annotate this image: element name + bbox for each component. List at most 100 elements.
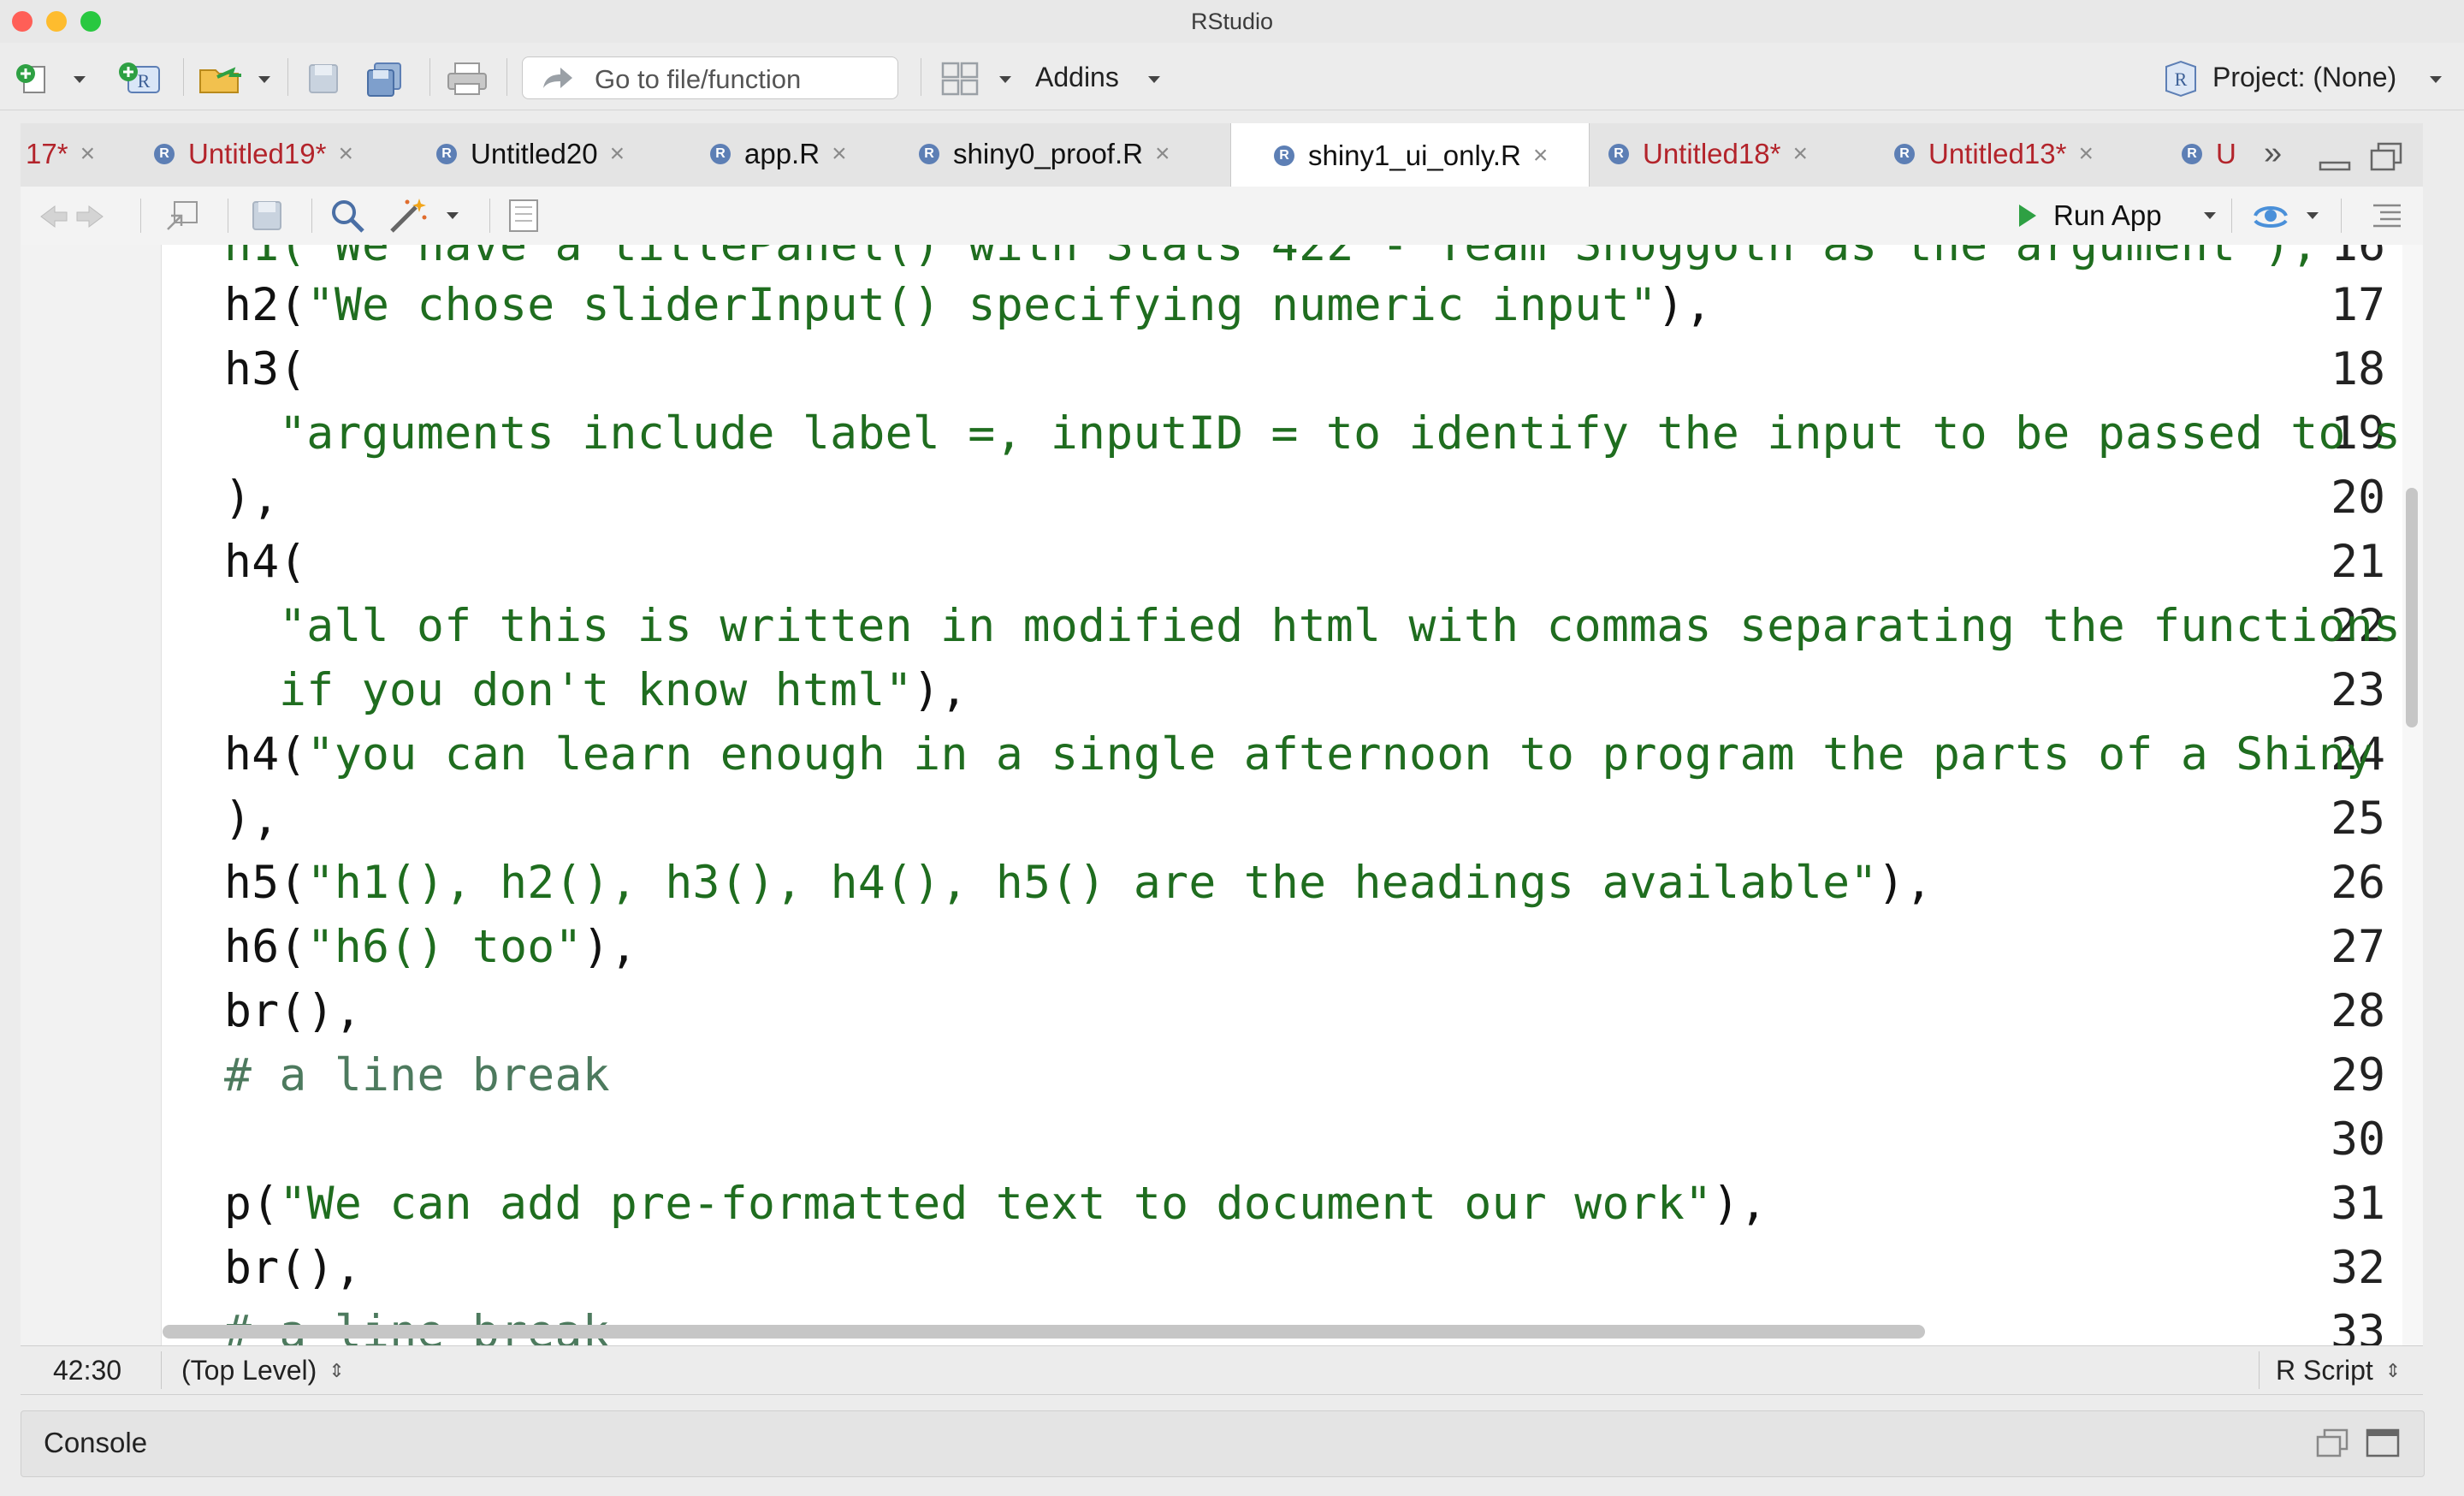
tab-label: Untitled18* [1643, 138, 1781, 169]
save-all-button[interactable] [363, 58, 407, 99]
more-tabs-chevron-icon[interactable]: » [2264, 135, 2282, 172]
tab-label: Untitled13* [1928, 138, 2067, 169]
code-line: h6("h6() too"), [224, 921, 637, 973]
code-line: br(), [224, 1242, 362, 1294]
vertical-scrollbar-thumb[interactable] [2406, 488, 2418, 727]
open-file-button[interactable] [195, 58, 250, 99]
tab-label: app.R [744, 138, 820, 169]
code-line: # a line break [224, 1049, 610, 1101]
r-file-icon: R [710, 144, 731, 164]
workspace-panes-button[interactable] [939, 58, 982, 99]
line-number: 29 [2331, 1049, 2385, 1101]
save-icon[interactable] [250, 199, 284, 233]
console-pane[interactable]: Console [21, 1410, 2425, 1477]
tab-shiny0-proof[interactable]: Rshiny0_proof.R × [919, 123, 1170, 185]
close-tab-icon[interactable]: × [610, 140, 625, 169]
compile-report-icon[interactable] [506, 197, 541, 234]
save-button[interactable] [305, 60, 342, 98]
file-type-selector[interactable]: R Script ⇕ [2276, 1355, 2401, 1386]
publish-dropdown-icon[interactable] [2307, 212, 2319, 219]
code-punctuation: ), [912, 664, 968, 716]
code-punctuation: ), [1656, 279, 1713, 331]
close-tab-icon[interactable]: × [832, 140, 847, 169]
code-line: ), [224, 472, 279, 524]
code-line: ), [224, 793, 279, 845]
tab-untitled20[interactable]: R Untitled20 × [436, 123, 625, 185]
tab-shiny1-ui-only[interactable]: Rshiny1_ui_only.R × [1230, 123, 1590, 188]
code-function: br(), [224, 1242, 363, 1294]
code-line: h3( [224, 343, 307, 395]
new-file-dropdown-icon[interactable] [74, 76, 86, 83]
line-number: 27 [2331, 921, 2385, 973]
addins-menu[interactable]: Addins [1035, 62, 1119, 93]
go-to-file-function-input[interactable]: Go to file/function [522, 56, 898, 99]
close-tab-icon[interactable]: × [80, 140, 96, 169]
tab-untitled17[interactable]: 17* × [26, 123, 95, 185]
horizontal-scrollbar-thumb[interactable] [163, 1325, 1925, 1339]
addins-dropdown-icon[interactable] [1148, 76, 1160, 83]
line-number: 28 [2331, 985, 2385, 1037]
project-menu[interactable]: Project: (None) [2212, 62, 2396, 93]
code-function: h4( [224, 728, 307, 781]
code-tools-dropdown-icon[interactable] [447, 212, 459, 219]
new-project-button[interactable]: R [115, 58, 166, 99]
line-number: 18 [2331, 343, 2385, 395]
code-string: "h6() too" [306, 921, 583, 973]
close-tab-icon[interactable]: × [1792, 140, 1808, 169]
restore-console-button[interactable] [2316, 1428, 2350, 1463]
tab-untitled18[interactable]: R Untitled18* × [1608, 123, 1808, 185]
close-tab-icon[interactable]: × [1155, 140, 1170, 169]
run-app-label: Run App [2053, 199, 2162, 231]
code-editor[interactable]: 16 17 18 19 20 21 22 23 24 25 26 27 28 2… [21, 245, 2402, 1345]
document-outline-icon[interactable] [2370, 199, 2404, 233]
back-forward-icon[interactable] [38, 202, 106, 231]
close-tab-icon[interactable]: × [2078, 140, 2094, 169]
open-file-dropdown-icon[interactable] [258, 76, 270, 83]
code-punctuation: ), [224, 472, 280, 524]
maximize-pane-button[interactable] [2370, 142, 2404, 177]
search-icon[interactable] [329, 197, 366, 234]
tab-label: 17* [26, 138, 68, 169]
code-function: h5( [224, 857, 307, 909]
line-number: 26 [2331, 857, 2385, 909]
publish-icon[interactable] [2247, 199, 2295, 233]
close-tab-icon[interactable]: × [338, 140, 353, 169]
tab-untitled19[interactable]: R Untitled19* × [154, 123, 353, 185]
tab-overflow-partial[interactable]: RU [2182, 123, 2267, 185]
minimize-pane-button[interactable] [2319, 144, 2353, 177]
console-tab[interactable]: Console [44, 1427, 147, 1459]
tab-untitled13[interactable]: R Untitled13* × [1894, 123, 2094, 185]
cursor-position: 42:30 [53, 1355, 122, 1386]
tab-label: Untitled19* [188, 138, 327, 169]
close-tab-icon[interactable]: × [1533, 141, 1549, 170]
code-text: h1("We have a titlePanel() with Stats 42… [224, 245, 2319, 271]
new-file-button[interactable] [14, 62, 48, 96]
code-function: h4( [224, 536, 307, 588]
show-in-window-icon[interactable] [164, 199, 202, 233]
project-dropdown-icon[interactable] [2430, 76, 2442, 83]
maximize-console-button[interactable] [2366, 1428, 2402, 1463]
code-punctuation: ), [1877, 857, 1933, 909]
code-string: "We chose sliderInput() specifying numer… [306, 279, 1657, 331]
magic-wand-icon[interactable] [387, 195, 429, 234]
scope-selector[interactable]: (Top Level) ⇕ [181, 1355, 345, 1386]
line-number: 32 [2331, 1242, 2385, 1294]
r-file-icon: R [436, 144, 457, 164]
workspace-panes-dropdown-icon[interactable] [999, 76, 1011, 83]
vertical-scrollbar-track[interactable] [2402, 245, 2423, 1345]
line-number: 17 [2331, 279, 2385, 331]
status-separator [161, 1351, 162, 1389]
play-icon [2019, 205, 2036, 227]
run-app-dropdown-icon[interactable] [2204, 212, 2216, 219]
run-app-button[interactable]: Run App [2014, 193, 2162, 238]
toolbar-separator [183, 58, 184, 96]
maximize-pane-icon [2370, 142, 2402, 171]
toolbar-separator [506, 58, 507, 96]
code-line: p("We can add pre-formatted text to docu… [224, 1178, 1768, 1230]
r-file-icon: R [1274, 145, 1294, 166]
code-line: "arguments include label =, inputID = to… [279, 407, 2402, 460]
toolbar-separator [429, 58, 430, 96]
tab-app-r[interactable]: Rapp.R × [710, 123, 847, 185]
print-button[interactable] [443, 58, 491, 99]
line-number: 31 [2331, 1178, 2385, 1230]
